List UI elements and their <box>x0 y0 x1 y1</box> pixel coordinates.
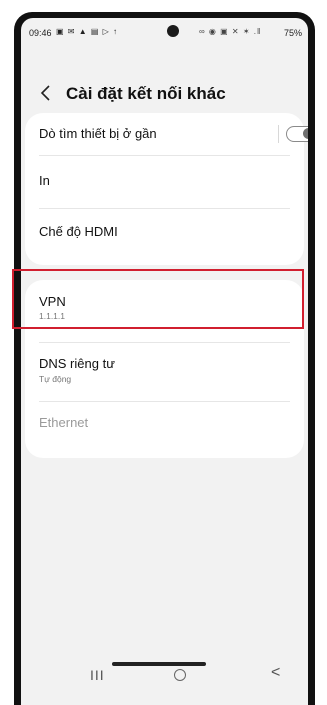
recent-apps-icon[interactable]: III <box>90 667 105 683</box>
private-dns-label: DNS riêng tư <box>39 356 115 371</box>
nearby-device-scanning-toggle[interactable] <box>286 126 308 142</box>
system-status-icons: ∞ ◉ ▣ ✕ ✶ .‖ <box>199 27 262 36</box>
header: Cài đặt kết nối khác <box>21 80 308 110</box>
page-title: Cài đặt kết nối khác <box>66 84 226 103</box>
toggle-knob <box>303 128 308 139</box>
status-time: 09:46 <box>29 28 52 38</box>
printing-row[interactable]: In <box>25 156 304 208</box>
ethernet-row: Ethernet <box>25 402 304 452</box>
phone-frame: 09:46 ▣ ✉ ▲ ▤ ▷ ↑ ∞ ◉ ▣ ✕ ✶ .‖ 75% Cài đ… <box>14 12 315 705</box>
status-bar: 09:46 ▣ ✉ ▲ ▤ ▷ ↑ ∞ ◉ ▣ ✕ ✶ .‖ 75% <box>21 18 308 46</box>
nearby-device-scanning-row[interactable]: Dò tìm thiết bị ở gần <box>25 113 308 155</box>
hdmi-mode-label: Chế độ HDMI <box>39 224 118 239</box>
back-arrow-icon[interactable] <box>39 84 53 102</box>
front-camera <box>167 25 179 37</box>
battery-level: 75% <box>283 28 302 38</box>
notification-icons: ▣ ✉ ▲ ▤ ▷ ↑ <box>56 27 119 36</box>
home-indicator <box>112 662 206 666</box>
toggle-divider <box>278 125 279 143</box>
printing-label: In <box>39 173 50 188</box>
hdmi-mode-row[interactable]: Chế độ HDMI <box>25 209 304 265</box>
nearby-device-scanning-label: Dò tìm thiết bị ở gần <box>39 126 157 141</box>
settings-card-nearby: Dò tìm thiết bị ở gần In Chế độ HDMI <box>25 113 308 265</box>
navigation-bar: III < <box>21 663 308 705</box>
ethernet-label: Ethernet <box>39 415 89 430</box>
private-dns-row[interactable]: DNS riêng tư Tự động <box>25 343 304 401</box>
screen: 09:46 ▣ ✉ ▲ ▤ ▷ ↑ ∞ ◉ ▣ ✕ ✶ .‖ 75% Cài đ… <box>21 18 308 705</box>
vpn-highlight-box <box>12 269 304 329</box>
home-icon[interactable] <box>174 669 186 681</box>
private-dns-value: Tự động <box>39 374 72 384</box>
back-icon[interactable]: < <box>271 664 280 682</box>
